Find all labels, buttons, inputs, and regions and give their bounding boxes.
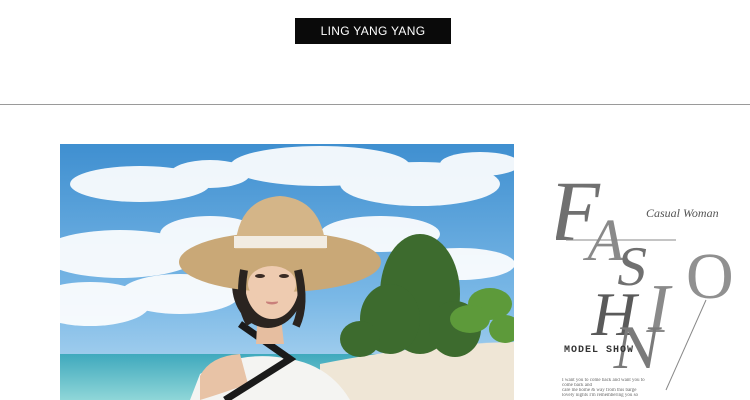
brand-badge[interactable]: LING YANG YANG	[295, 18, 451, 44]
letter-o: O	[686, 240, 734, 313]
tagline-text: I want you to come back and want you to …	[562, 378, 682, 398]
header-divider	[0, 104, 750, 105]
woman-in-sun-hat-beach-photo-icon	[60, 144, 514, 400]
brand-label: LING YANG YANG	[320, 24, 426, 38]
hero-photo	[60, 144, 514, 400]
fashion-letters-art-icon: F A S H I O N	[556, 164, 734, 391]
tagline-line: lovely nights I'm remembering you so	[562, 393, 639, 398]
fashion-typography: F A S H I O N	[556, 160, 750, 400]
model-show-label: MODEL SHOW	[564, 345, 635, 356]
casual-woman-label: Casual Woman	[646, 206, 719, 220]
